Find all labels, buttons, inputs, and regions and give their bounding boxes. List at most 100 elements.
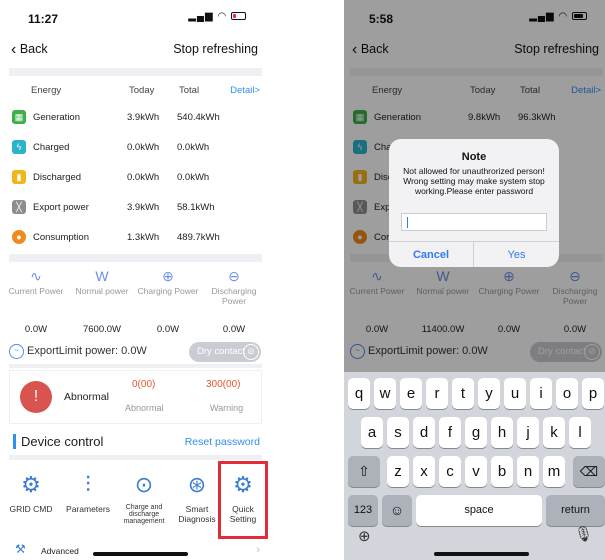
key-y[interactable]: y [478, 378, 500, 409]
key-r[interactable]: r [426, 378, 448, 409]
key-e[interactable]: e [400, 378, 422, 409]
abnormal-card[interactable]: ! Abnormal 0(00) Abnormal 300(00) Warnin… [9, 370, 262, 424]
text-caret [407, 217, 408, 228]
key-h[interactable]: h [491, 417, 513, 448]
signal-icon: ▂▄▆ [188, 11, 214, 22]
divider [9, 455, 262, 460]
space-key[interactable]: space [416, 495, 542, 526]
diagnosis-icon: ⊛ [187, 472, 207, 497]
nav-bar: ‹ Back Stop refreshing [3, 34, 268, 66]
home-indicator [434, 552, 529, 556]
battery-discharge-icon: ▮ [12, 170, 26, 184]
highlight-box [218, 461, 268, 539]
return-key[interactable]: return [546, 495, 605, 526]
stop-refreshing-button[interactable]: Stop refreshing [173, 42, 258, 56]
phone-screen-right: 5:58 ▂▄▆ ◠ ‹ Back Stop refreshing Energy… [344, 0, 605, 560]
password-input[interactable] [401, 213, 547, 231]
key-v[interactable]: v [465, 456, 487, 487]
divider [9, 254, 262, 262]
discharging-power-icon: ⊖ [228, 268, 240, 284]
parameters-icon: ⫶ [85, 472, 91, 497]
key-i[interactable]: i [530, 378, 552, 409]
charging-power-icon: ⊕ [162, 268, 174, 284]
device-control-header: Device control Reset password [9, 432, 262, 452]
key-x[interactable]: x [413, 456, 435, 487]
parameters-button[interactable]: ⫶ Parameters [61, 462, 115, 514]
key-a[interactable]: a [361, 417, 383, 448]
power-tower-icon: ╳ [12, 200, 26, 214]
back-button[interactable]: ‹ Back [11, 41, 48, 58]
cancel-button[interactable]: Cancel [389, 242, 474, 267]
phone-screen-left: 11:27 ▂▄▆ ◠ ‹ Back Stop refreshing Energ… [3, 0, 268, 560]
status-bar: 11:27 ▂▄▆ ◠ [3, 0, 268, 34]
key-o[interactable]: o [556, 378, 578, 409]
grid-cmd-icon: ⚙ [21, 472, 41, 497]
chevron-left-icon: ‹ [11, 41, 17, 58]
status-icons: ▂▄▆ ◠ [188, 11, 246, 22]
microphone-icon[interactable]: 🎙 [574, 525, 593, 543]
power-stat-discharging: ⊖ Discharging Power [211, 268, 257, 306]
globe-icon[interactable]: ⊕ [358, 527, 371, 545]
divider [9, 364, 262, 368]
detail-link[interactable]: Detail> [230, 85, 260, 96]
home-indicator [93, 552, 188, 556]
reset-password-link[interactable]: Reset password [185, 436, 260, 448]
key-d[interactable]: d [413, 417, 435, 448]
energy-row-charged: ϟ Charged 0.0kWh 0.0kWh [9, 134, 262, 162]
dialog-message: Not allowed for unauthrorized person! Wr… [403, 166, 545, 196]
yes-button[interactable]: Yes [474, 242, 559, 267]
charge-management-icon: ⊙ [134, 472, 154, 497]
status-time: 11:27 [28, 12, 59, 26]
battery-charging-icon: ϟ [12, 140, 26, 154]
key-l[interactable]: l [569, 417, 591, 448]
energy-row-discharged: ▮ Discharged 0.0kWh 0.0kWh [9, 164, 262, 192]
key-g[interactable]: g [465, 417, 487, 448]
backspace-key[interactable]: ⌫ [573, 456, 605, 487]
key-w[interactable]: w [374, 378, 396, 409]
key-q[interactable]: q [348, 378, 370, 409]
key-t[interactable]: t [452, 378, 474, 409]
energy-header: Energy Today Total Detail> [31, 85, 260, 96]
wrench-icon: ⚒ [15, 542, 26, 556]
shift-key[interactable]: ⇧ [348, 456, 380, 487]
divider [9, 68, 262, 76]
solar-panel-icon: ▦ [12, 110, 26, 124]
smart-diagnosis-button[interactable]: ⊛ Smart Diagnosis [171, 462, 223, 524]
energy-row-generation: ▦ Generation 3.9kWh 540.4kWh [9, 104, 262, 132]
key-p[interactable]: p [582, 378, 604, 409]
dialog-buttons: Cancel Yes [389, 241, 559, 267]
chevron-right-icon: › [256, 544, 260, 556]
key-n[interactable]: n [517, 456, 539, 487]
power-stat-charging: ⊕ Charging Power [137, 268, 199, 296]
energy-row-consumption: ● Consumption 1.3kWh 489.7kWh [9, 224, 262, 252]
battery-icon [231, 12, 246, 21]
numbers-key[interactable]: 123 [348, 495, 378, 526]
close-icon: ⊘ [243, 344, 259, 360]
export-limit: ~ ExportLimit power: 0.0W Dry contact ⊘ [9, 342, 262, 364]
key-u[interactable]: u [504, 378, 526, 409]
key-m[interactable]: m [543, 456, 565, 487]
export-limit-icon: ~ [9, 344, 24, 359]
key-b[interactable]: b [491, 456, 513, 487]
normal-power-icon: W [95, 268, 109, 284]
dialog-title: Note [461, 151, 487, 163]
alert-icon: ! [20, 381, 52, 413]
grid-cmd-button[interactable]: ⚙ GRID CMD [5, 462, 57, 514]
key-k[interactable]: k [543, 417, 565, 448]
wifi-icon: ◠ [217, 11, 228, 22]
key-z[interactable]: z [387, 456, 409, 487]
current-power-icon: ∿ [30, 268, 42, 284]
power-stat-normal: W Normal power [75, 268, 129, 296]
key-c[interactable]: c [439, 456, 461, 487]
energy-row-export: ╳ Export power 3.9kWh 58.1kWh [9, 194, 262, 222]
key-j[interactable]: j [517, 417, 539, 448]
emoji-key[interactable]: ☺ [382, 495, 412, 526]
consumption-icon: ● [12, 230, 26, 244]
key-s[interactable]: s [387, 417, 409, 448]
charge-management-button[interactable]: ⊙ Charge and discharge management [116, 462, 172, 525]
advanced-row[interactable]: ⚒ Advanced › [9, 540, 262, 560]
key-f[interactable]: f [439, 417, 461, 448]
power-stats: ∿ Current Power W Normal power ⊕ Chargin… [3, 266, 268, 336]
dry-contact-toggle[interactable]: Dry contact ⊘ [189, 342, 261, 362]
power-stat-current: ∿ Current Power [8, 268, 64, 296]
